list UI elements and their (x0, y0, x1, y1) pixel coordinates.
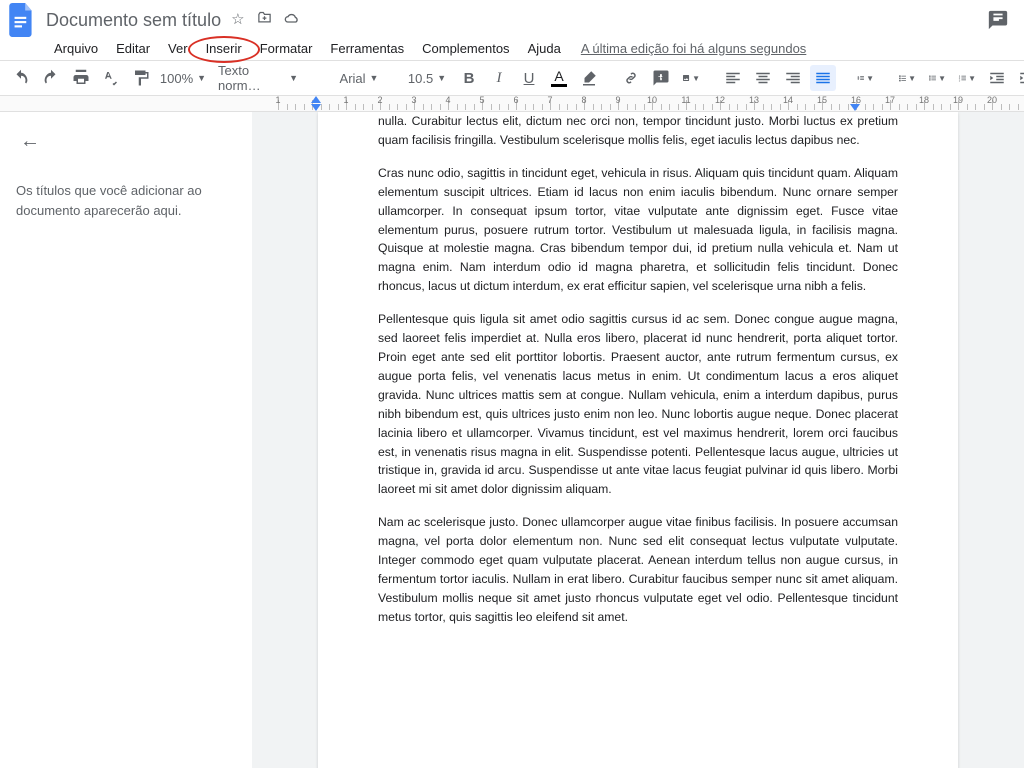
bold-button[interactable]: B (456, 65, 482, 91)
insert-link-button[interactable] (618, 65, 644, 91)
bulleted-list-button[interactable]: ▼ (924, 65, 950, 91)
zoom-select[interactable]: 100%▼ (170, 65, 196, 91)
spellcheck-button[interactable] (98, 65, 124, 91)
paint-format-button[interactable] (128, 65, 154, 91)
paragraph-style-select[interactable]: Texto norm…▼ (212, 65, 304, 91)
font-size-select[interactable]: 10.5▼ (414, 65, 440, 91)
toolbar: 100%▼ Texto norm…▼ Arial▼ 10.5▼ B I U A … (0, 60, 1024, 96)
undo-button[interactable] (8, 65, 34, 91)
line-spacing-button[interactable]: ▼ (852, 65, 878, 91)
align-center-button[interactable] (750, 65, 776, 91)
increase-indent-button[interactable] (1014, 65, 1024, 91)
numbered-list-button[interactable]: 123▼ (954, 65, 980, 91)
close-outline-button[interactable]: ← (20, 130, 40, 153)
menu-view[interactable]: Ver (160, 39, 196, 58)
outline-pane: ← Os títulos que você adicionar ao docum… (0, 112, 252, 768)
text-color-button[interactable]: A (546, 65, 572, 91)
paragraph[interactable]: nulla. Curabitur lectus elit, dictum nec… (378, 112, 898, 150)
font-select[interactable]: Arial▼ (320, 65, 398, 91)
star-icon[interactable]: ☆ (231, 10, 244, 30)
docs-logo-icon[interactable] (8, 2, 36, 38)
insert-comment-button[interactable]: + (648, 65, 674, 91)
document-canvas[interactable]: nulla. Curabitur lectus elit, dictum nec… (252, 112, 1024, 768)
align-right-button[interactable] (780, 65, 806, 91)
menu-bar: Arquivo Editar Ver Inserir Formatar Ferr… (0, 36, 1024, 60)
cloud-status-icon[interactable] (284, 10, 300, 30)
italic-button[interactable]: I (486, 65, 512, 91)
menu-edit[interactable]: Editar (108, 39, 158, 58)
paragraph[interactable]: Nam ac scelerisque justo. Donec ullamcor… (378, 513, 898, 626)
align-justify-button[interactable] (810, 65, 836, 91)
page[interactable]: nulla. Curabitur lectus elit, dictum nec… (318, 112, 958, 768)
ruler[interactable]: 11234567891011121314151617181920 (0, 96, 1024, 112)
menu-format[interactable]: Formatar (252, 39, 321, 58)
move-icon[interactable] (257, 10, 272, 30)
insert-image-button[interactable]: ▼ (678, 65, 704, 91)
checklist-button[interactable]: ▼ (894, 65, 920, 91)
title-bar: Documento sem título ☆ (0, 0, 1024, 36)
menu-file[interactable]: Arquivo (46, 39, 106, 58)
menu-help[interactable]: Ajuda (520, 39, 569, 58)
document-title[interactable]: Documento sem título (46, 10, 221, 31)
open-comments-icon[interactable] (980, 9, 1016, 31)
decrease-indent-button[interactable] (984, 65, 1010, 91)
menu-addons[interactable]: Complementos (414, 39, 517, 58)
last-edit-link[interactable]: A última edição foi há alguns segundos (581, 41, 807, 56)
svg-text:+: + (658, 72, 663, 81)
menu-tools[interactable]: Ferramentas (322, 39, 412, 58)
paragraph[interactable]: Cras nunc odio, sagittis in tincidunt eg… (378, 164, 898, 296)
underline-button[interactable]: U (516, 65, 542, 91)
align-left-button[interactable] (720, 65, 746, 91)
print-button[interactable] (68, 65, 94, 91)
menu-insert[interactable]: Inserir (198, 39, 250, 58)
outline-empty-message: Os títulos que você adicionar ao documen… (16, 181, 236, 220)
paragraph[interactable]: Pellentesque quis ligula sit amet odio s… (378, 310, 898, 499)
highlight-button[interactable] (576, 65, 602, 91)
redo-button[interactable] (38, 65, 64, 91)
